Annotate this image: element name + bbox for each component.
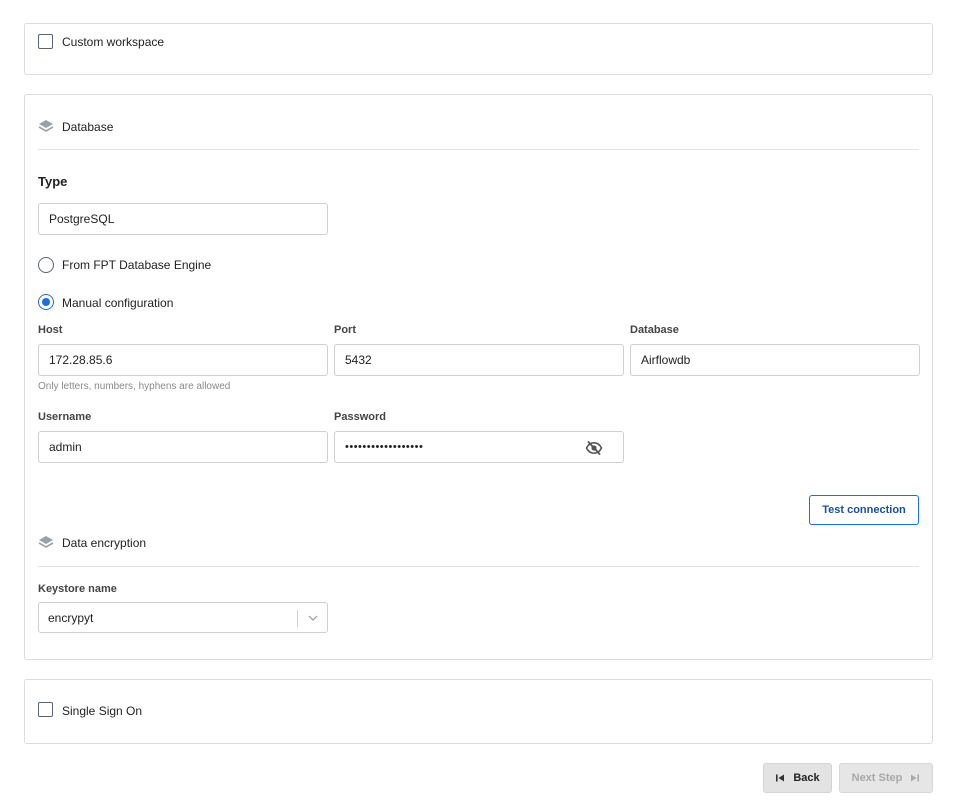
port-value: 5432 [345, 353, 372, 367]
database-section-header: Database [38, 119, 113, 135]
keystore-value: encrypyt [48, 610, 94, 625]
host-hint: Only letters, numbers, hyphens are allow… [38, 381, 231, 392]
next-step-button[interactable]: Next Step [839, 763, 933, 793]
password-value: •••••••••••••••••• [345, 441, 424, 453]
sso-card: Single Sign On [24, 679, 933, 744]
custom-workspace-checkbox[interactable] [38, 34, 53, 49]
type-value: PostgreSQL [49, 212, 115, 226]
username-input[interactable]: admin [38, 431, 328, 463]
database-section-title: Database [62, 120, 114, 134]
host-label: Host [38, 324, 63, 336]
from-engine-radio[interactable] [38, 257, 54, 273]
back-button[interactable]: Back [763, 763, 832, 793]
username-value: admin [49, 440, 82, 454]
database-card: Database Type PostgreSQL From FPT Databa… [24, 94, 933, 660]
database-label: Database [630, 324, 679, 336]
encryption-section-header: Data encryption [38, 535, 146, 551]
sso-label: Single Sign On [62, 704, 143, 718]
encryption-section-title: Data encryption [62, 536, 147, 550]
section-divider [38, 149, 919, 150]
port-label: Port [334, 324, 356, 336]
database-input[interactable]: Airflowdb [630, 344, 920, 376]
custom-workspace-label: Custom workspace [62, 35, 165, 49]
type-label: Type [38, 174, 68, 189]
select-separator [297, 610, 298, 627]
custom-workspace-card: Custom workspace [24, 23, 933, 75]
layers-icon [38, 120, 54, 132]
next-step-label: Next Step [851, 772, 903, 784]
test-connection-button[interactable]: Test connection [809, 495, 919, 525]
username-label: Username [38, 411, 92, 423]
host-input[interactable]: 172.28.85.6 [38, 344, 328, 376]
keystore-select[interactable]: encrypyt [38, 602, 328, 633]
chevron-down-icon[interactable] [308, 613, 318, 623]
password-label: Password [334, 411, 386, 423]
type-field[interactable]: PostgreSQL [38, 203, 328, 235]
skip-back-icon [776, 774, 785, 782]
port-input[interactable]: 5432 [334, 344, 624, 376]
section-divider [38, 566, 919, 567]
back-label: Back [793, 772, 820, 784]
manual-configuration-label: Manual configuration [62, 296, 174, 310]
database-value: Airflowdb [641, 353, 691, 367]
keystore-label: Keystore name [38, 583, 117, 595]
eye-slash-icon[interactable] [585, 440, 603, 456]
manual-configuration-radio[interactable] [38, 294, 54, 310]
from-engine-label: From FPT Database Engine [62, 258, 212, 272]
sso-checkbox[interactable] [38, 702, 53, 717]
skip-forward-icon [911, 774, 920, 782]
host-value: 172.28.85.6 [49, 353, 113, 367]
layers-icon [38, 536, 54, 548]
password-input[interactable]: •••••••••••••••••• [334, 431, 624, 463]
